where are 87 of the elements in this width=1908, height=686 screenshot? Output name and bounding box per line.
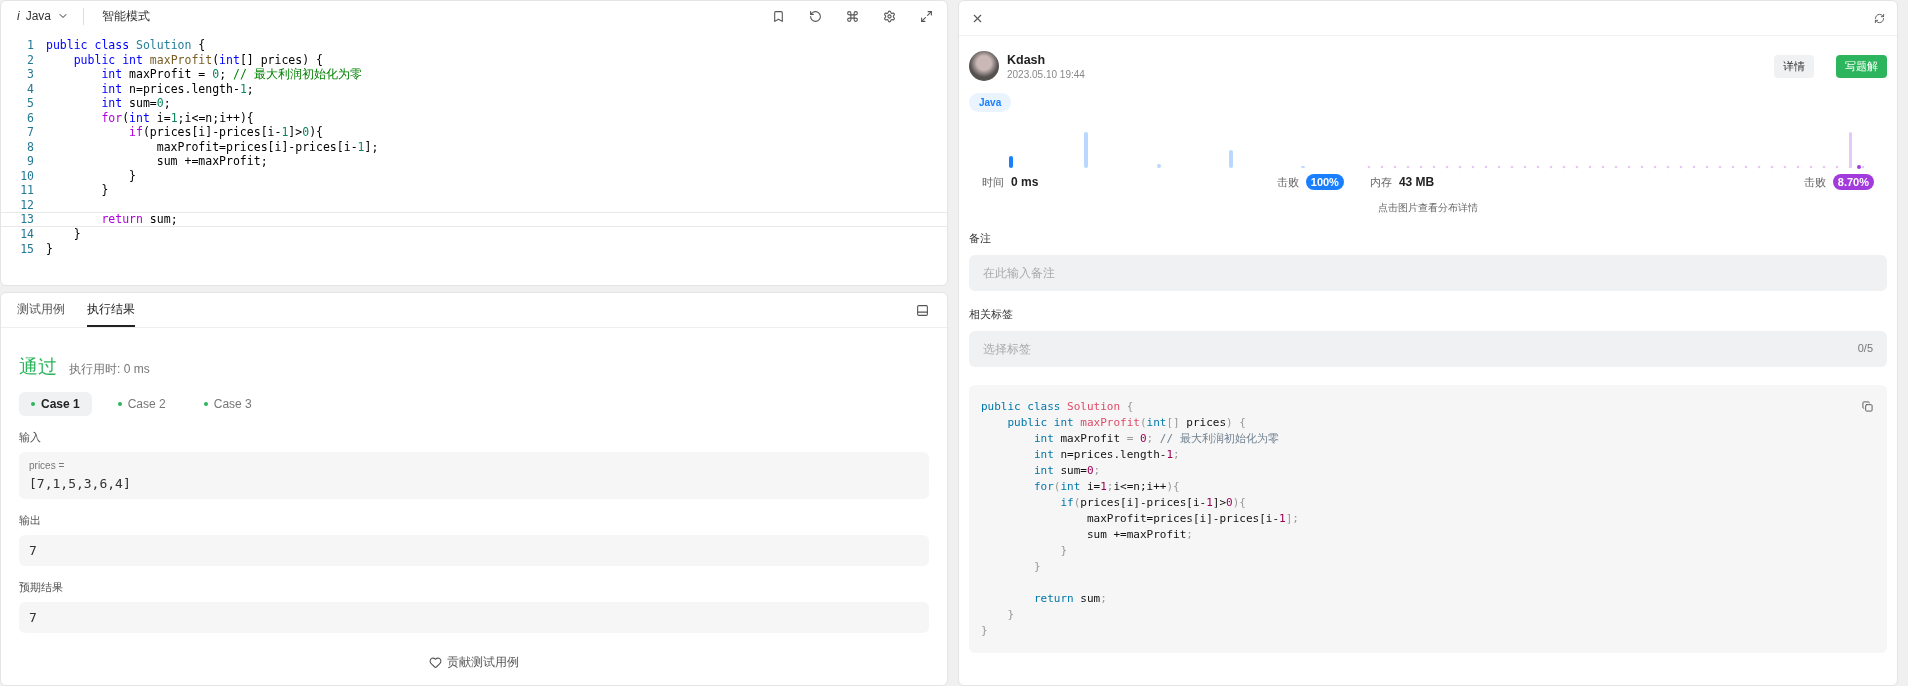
memory-marker <box>1857 165 1861 169</box>
code-line: if(prices[i]-prices[i-1]>0){ <box>1059 496 1246 509</box>
user-name: Kdash <box>1007 52 1047 67</box>
user-avatar <box>969 51 999 81</box>
expected-value: 7 <box>19 602 929 633</box>
code-line: maxProfit=prices[i]-prices[i-1]; <box>1085 512 1299 525</box>
line-number: 6 <box>26 110 35 125</box>
case-tab[interactable]: Case 2 <box>105 392 178 416</box>
expected-label: 预期结果 <box>19 580 64 595</box>
line-number: 12 <box>19 197 35 212</box>
code-line: } <box>1059 544 1068 557</box>
code-line: return sum; <box>1032 592 1107 605</box>
code-line: return sum; <box>100 213 178 226</box>
runtime-value: 0 ms <box>1011 175 1039 189</box>
line-number: 2 <box>26 52 35 67</box>
copy-icon[interactable] <box>1860 399 1875 414</box>
action-button[interactable]: 详情 <box>1774 54 1814 78</box>
line-number: 14 <box>19 227 35 242</box>
line-number: 9 <box>26 154 35 169</box>
code-line: int n=prices.length-1; <box>1032 448 1180 461</box>
param-name: prices = <box>29 460 66 471</box>
line-number: 10 <box>19 168 35 183</box>
code-line: maxProfit=prices[i]-prices[i-1]; <box>155 139 379 154</box>
runtime-bar <box>1157 164 1161 168</box>
line-number: 5 <box>26 96 35 111</box>
mode-button[interactable]: 智能模式 <box>83 7 161 25</box>
note-label: 备注 <box>969 231 992 246</box>
code-line: int sum=0; <box>1032 464 1101 477</box>
code-line: int maxProfit = 0; // 最大利润初始化为零 <box>1032 432 1279 445</box>
output-label: 输出 <box>19 513 42 528</box>
output-value: 7 <box>19 535 929 566</box>
code-line: } <box>1032 560 1041 573</box>
line-number: 11 <box>19 183 35 198</box>
note-field[interactable]: 在此输入备注 <box>969 255 1887 291</box>
console-tab[interactable]: 执行结果 <box>87 293 135 327</box>
tag-count: 0/5 <box>1857 342 1873 354</box>
tags-label: 相关标签 <box>969 307 1014 322</box>
code-line: int sum=0; <box>100 96 171 111</box>
memory-value: 43 MB <box>1398 175 1435 189</box>
line-number: 8 <box>26 139 35 154</box>
settings-icon[interactable] <box>881 7 898 25</box>
runtime-label: 时间 <box>982 174 1004 190</box>
runtime-bar <box>1229 150 1233 168</box>
line-number: 15 <box>19 241 35 256</box>
code-line: } <box>981 624 988 637</box>
chart-hint: 点击图片查看分布详情 <box>1377 201 1479 215</box>
line-number: 3 <box>26 67 35 82</box>
line-number: 1 <box>26 38 35 53</box>
memory-beat-badge: 8.70% <box>1832 174 1874 190</box>
heart-icon <box>429 656 442 669</box>
runtime-text: 执行用时: 0 ms <box>69 361 150 378</box>
input-label: 输入 <box>19 430 42 445</box>
contribute-button[interactable]: 贡献测试用例 <box>423 653 525 672</box>
runtime-beat-badge: 100% <box>1305 174 1344 190</box>
beat-label: 击败 <box>1276 174 1299 190</box>
result-status: 通过 <box>19 355 57 379</box>
line-number: 7 <box>26 125 35 140</box>
code-line: public class Solution { <box>46 38 206 53</box>
code-line: } <box>46 241 53 256</box>
language-selector[interactable]: i Java <box>13 7 74 25</box>
code-line: public int maxProfit(int[] prices) { <box>72 52 323 67</box>
code-line: } <box>128 168 136 183</box>
code-line: public int maxProfit(int[] prices) { <box>1006 416 1246 429</box>
code-line: int maxProfit = 0; // 最大利润初始化为零 <box>100 67 362 82</box>
beat-label: 击败 <box>1803 174 1826 190</box>
line-number: 13 <box>19 213 35 226</box>
code-line: } <box>100 183 109 198</box>
case-tab[interactable]: Case 1 <box>19 392 92 416</box>
memory-bar <box>1849 132 1852 168</box>
language-tag: Java <box>969 93 1012 112</box>
code-line: } <box>1006 608 1015 621</box>
submission-time: 2023.05.10 19:44 <box>1007 68 1085 80</box>
runtime-bar <box>1009 156 1013 168</box>
code-line: for(int i=1;i<=n;i++){ <box>100 110 254 125</box>
code-line: public class Solution { <box>981 400 1134 413</box>
input-value: [7,1,5,3,6,4] <box>29 476 132 491</box>
code-line: for(int i=1;i<=n;i++){ <box>1032 480 1180 493</box>
runtime-bar <box>1084 132 1088 168</box>
code-line: } <box>72 227 81 242</box>
code-line: int n=prices.length-1; <box>100 81 254 96</box>
code-line: if(prices[i]-prices[i-1]>0){ <box>128 125 323 140</box>
code-line: sum +=maxProfit; <box>155 154 268 169</box>
console-tab[interactable]: 测试用例 <box>17 293 65 327</box>
line-number: 4 <box>26 81 35 96</box>
case-tab[interactable]: Case 3 <box>191 392 264 416</box>
memory-label: 内存 <box>1369 174 1392 190</box>
code-line: sum +=maxProfit; <box>1085 528 1193 541</box>
